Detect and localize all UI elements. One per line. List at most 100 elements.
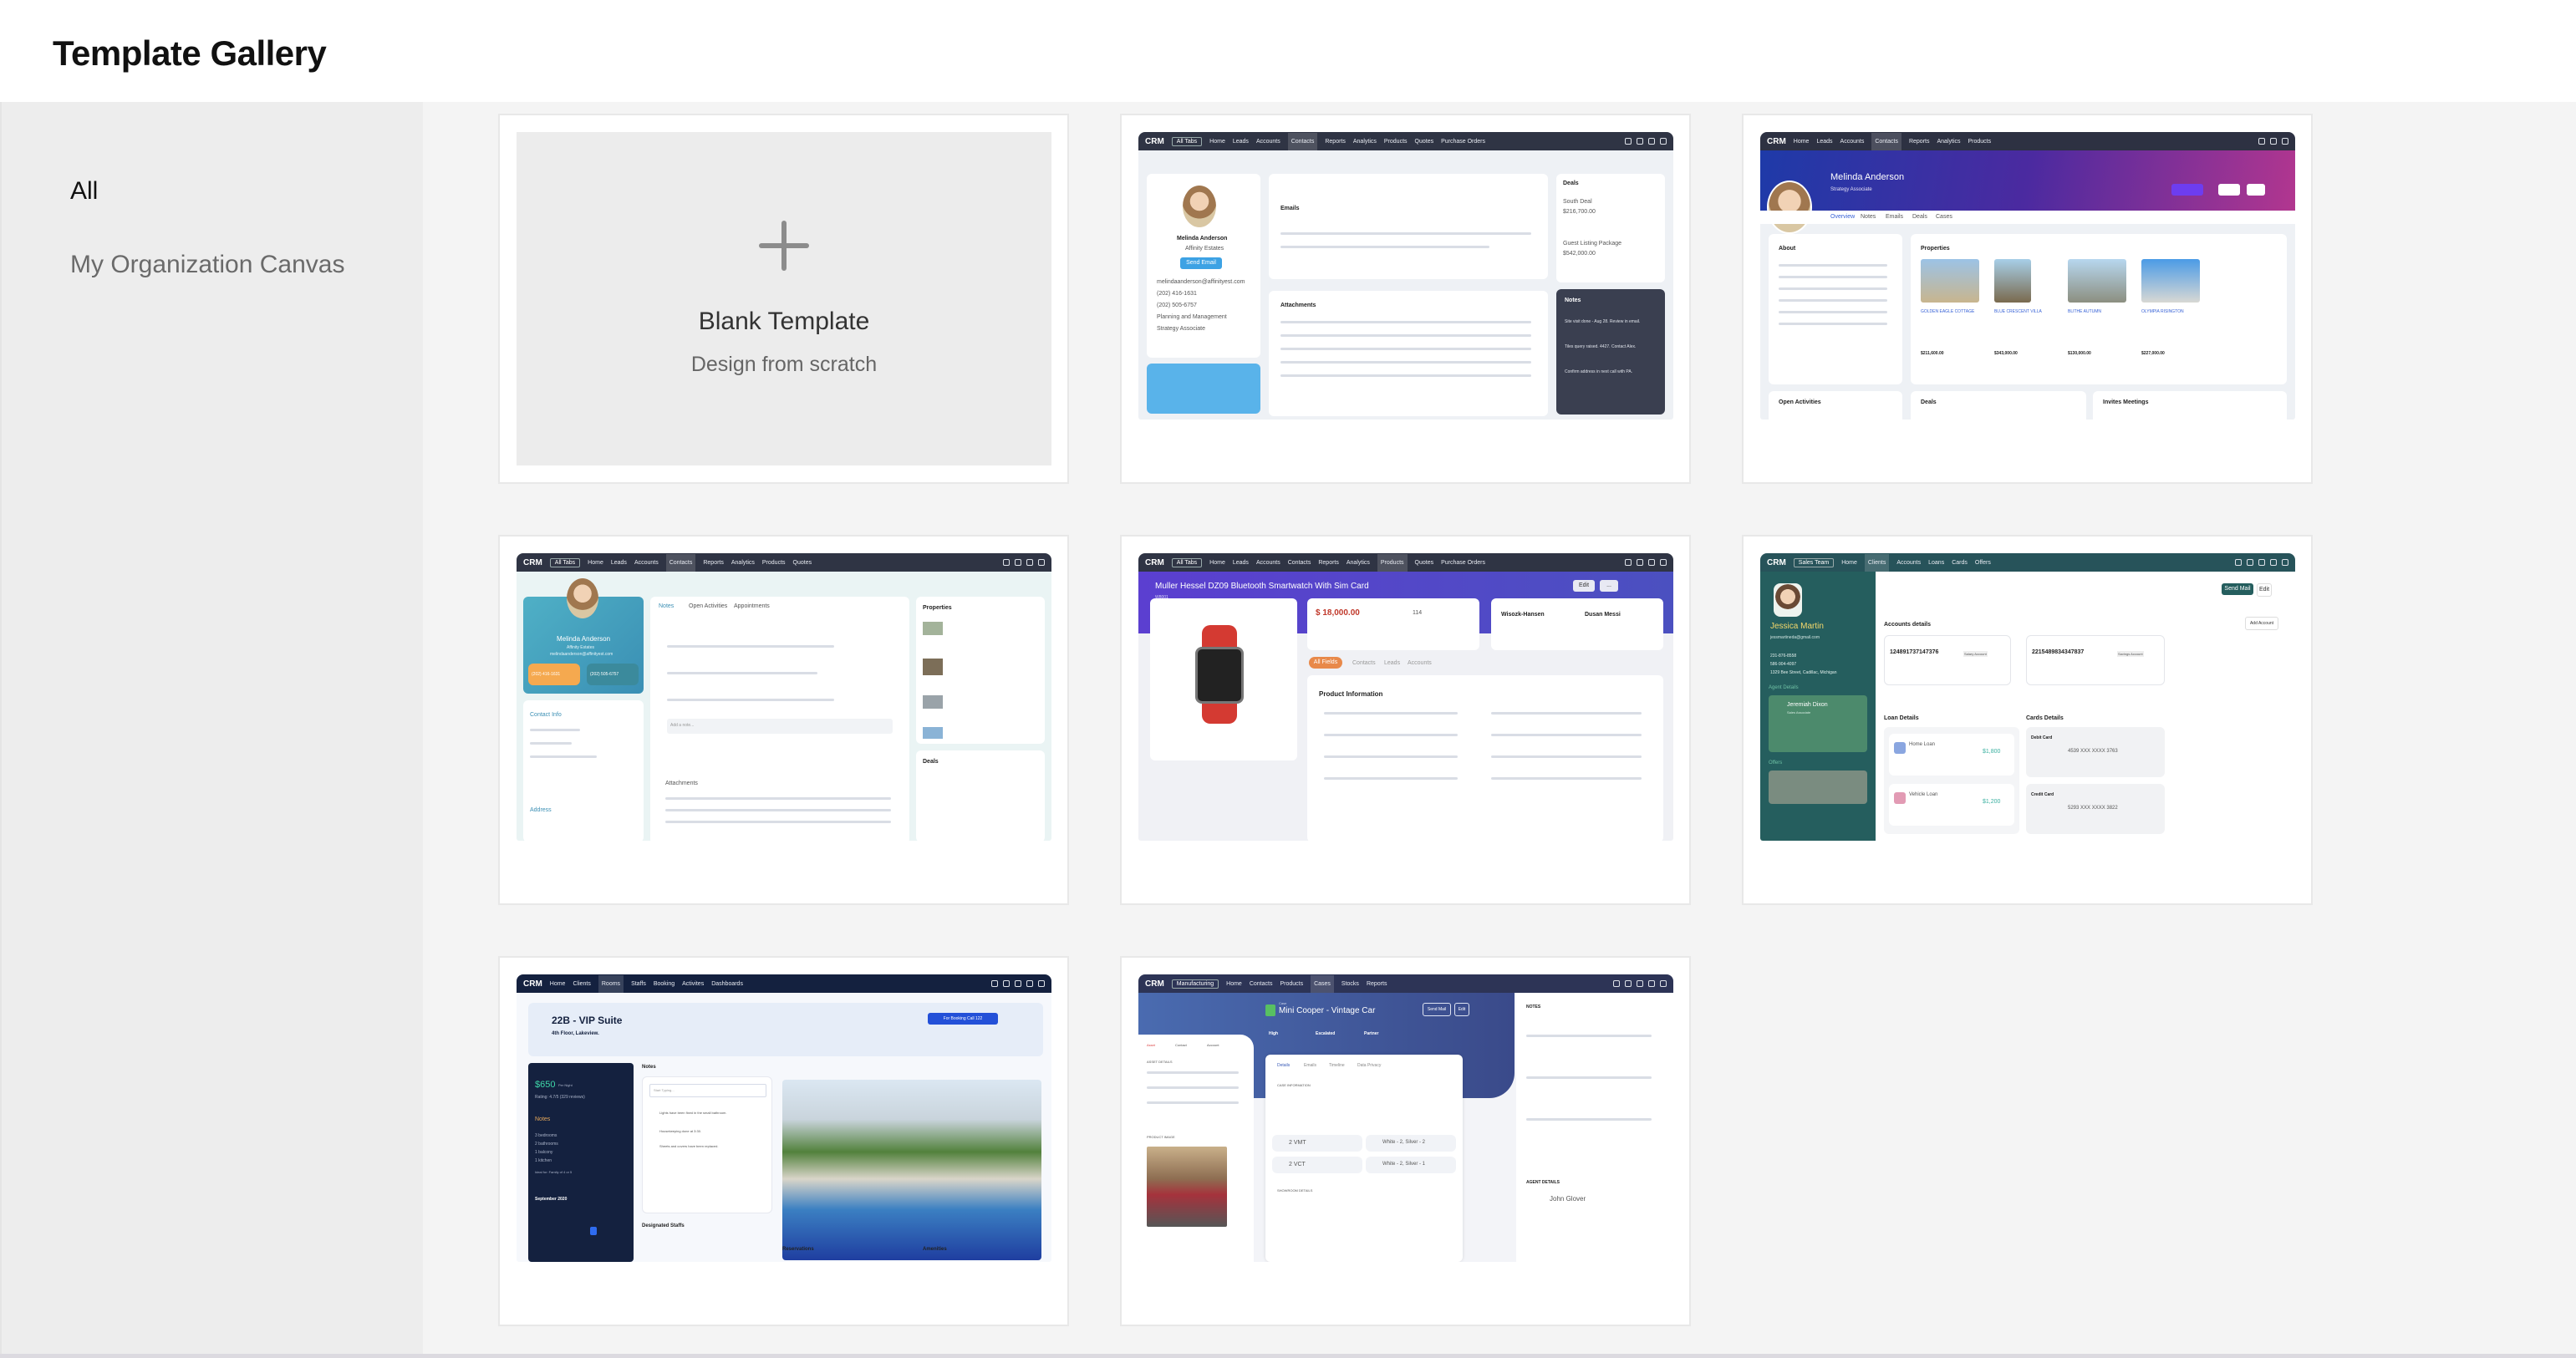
send-email-button: Send Email <box>1180 257 1222 269</box>
blank-template-tile[interactable]: Blank Template Design from scratch <box>517 132 1051 465</box>
nav-item: Reports <box>1908 138 1930 145</box>
template-card-contact-emails[interactable]: CRM All Tabs Home Leads Accounts Contact… <box>1120 114 1691 484</box>
crm-logo: CRM <box>523 557 542 567</box>
template-card-room-detail[interactable]: CRM Home Clients Rooms Staffs Booking Ac… <box>498 956 1069 1326</box>
vendor-panel: Wisozk-Hansen Dusan Messi <box>1491 598 1663 650</box>
room-detail: 1 balcony <box>535 1150 553 1155</box>
notes-panel: Notes Open Activities Appointments Add a… <box>650 597 909 841</box>
tab: Emails <box>1886 214 1904 220</box>
source: Partner <box>1364 1031 1379 1036</box>
edit-button: Edit <box>2257 583 2272 597</box>
booking-button: For Booking Call 122 <box>928 1013 998 1025</box>
thumbnail-nav: CRM Manufacturing Home Contacts Products… <box>1138 974 1673 993</box>
priority: High <box>1269 1031 1279 1036</box>
nav-item: Analytics <box>731 559 755 566</box>
template-card-client-banking[interactable]: CRM Sales Team Home Clients Accounts Loa… <box>1742 535 2313 905</box>
nav-item: Purchase Orders <box>1441 559 1486 566</box>
unit-price: $ 18,000.00 <box>1316 608 1360 618</box>
template-card-case-detail[interactable]: CRM Manufacturing Home Contacts Products… <box>1120 956 1691 1326</box>
email: melindaanderson@affinityest.com <box>550 652 613 657</box>
property-name: OLYMPIA RISINGTON <box>2141 309 2184 314</box>
section-title: Loan Details <box>1884 715 1919 721</box>
chip: Contact <box>1175 1043 1187 1047</box>
nav-item: Home <box>588 559 603 566</box>
nav-item: Quotes <box>1414 559 1434 566</box>
nav-item: Clients <box>1864 553 1890 572</box>
product-owner: Dusan Messi <box>1585 612 1621 618</box>
plus-icon <box>759 221 809 271</box>
account-card: 124891737147376 Salary Account <box>1884 635 2011 685</box>
card-type: Debit Card <box>2031 735 2053 740</box>
sidebar-item-my-organization-canvas[interactable]: My Organization Canvas <box>70 251 344 279</box>
thumbnail-nav: CRM All Tabs Home Leads Accounts Contact… <box>517 553 1051 572</box>
account-type: Savings Account <box>2117 651 2144 657</box>
company: Affinity Estates <box>567 645 594 650</box>
nav-item: Stocks <box>1341 980 1359 987</box>
template-card-contact-notes[interactable]: CRM All Tabs Home Leads Accounts Contact… <box>498 535 1069 905</box>
section-title: Product Information <box>1319 690 1383 698</box>
section-title: Invites Meetings <box>2103 399 2149 405</box>
tab: Details <box>1277 1063 1291 1068</box>
person-name: Jessica Martin <box>1770 622 1824 631</box>
section-title: Notes <box>1565 298 1581 303</box>
thumbnail-nav: CRM Sales Team Home Clients Accounts Loa… <box>1760 553 2295 572</box>
nav-item: Products <box>761 559 786 566</box>
thumbnail-nav: CRM Home Clients Rooms Staffs Booking Ac… <box>517 974 1051 993</box>
nav-item: Reports <box>1318 559 1339 566</box>
room-photo <box>782 1080 1041 1260</box>
tab-selector: Manufacturing <box>1171 979 1219 989</box>
template-card-contact-banner[interactable]: CRM Home Leads Accounts Contacts Reports… <box>1742 114 2313 484</box>
owner-panel <box>1147 364 1260 414</box>
section-title: Properties <box>1921 246 1950 252</box>
nav-item: Leads <box>1232 138 1249 145</box>
nav-item: Home <box>1209 138 1225 145</box>
notes-panel: Notes Site visit done - Aug 28. Review i… <box>1556 289 1665 415</box>
person-role: Strategy Associate <box>1830 187 1872 192</box>
add-account-button: Add Account <box>2245 617 2278 630</box>
nav-item: Accounts <box>1255 559 1280 566</box>
section-title: Contact Info <box>530 712 562 718</box>
section-title: Deals <box>1563 181 1579 186</box>
card-number: 5293 XXX XXXX 3822 <box>2068 806 2118 811</box>
field-value: (202) 505-6757 <box>1157 303 1197 308</box>
tab: Notes <box>1861 214 1876 220</box>
thumbnail-nav: CRM All Tabs Home Leads Accounts Contact… <box>1138 132 1673 150</box>
sidebar-item-all[interactable]: All <box>70 177 98 206</box>
nav-item: Contacts <box>1249 980 1273 987</box>
blank-template-card[interactable]: Blank Template Design from scratch <box>498 114 1069 484</box>
deals-panel: Deals <box>1911 391 2086 420</box>
asset-panel: Asset Contact Account ASSET DETAILS PROD… <box>1138 1035 1254 1262</box>
case-label: Case <box>1279 1001 1287 1005</box>
section-title: Emails <box>1280 206 1300 211</box>
crm-logo: CRM <box>1145 136 1164 146</box>
nav-item: Accounts <box>634 559 659 566</box>
more-button: ... <box>1600 580 1618 592</box>
price-unit: Per Night <box>558 1083 573 1087</box>
nav-item: Reports <box>703 559 724 566</box>
template-card-product-detail[interactable]: CRM All Tabs Home Leads Accounts Contact… <box>1120 535 1691 905</box>
property-price: $130,000.00 <box>2068 351 2091 356</box>
property-name: BLITHE AUTUMN <box>2068 309 2102 314</box>
nav-item: Home <box>1841 559 1857 566</box>
emails-panel: Emails <box>1269 174 1548 279</box>
thumbnail-nav: CRM All Tabs Home Leads Accounts Contact… <box>1138 553 1673 572</box>
product-info-panel: Product Information <box>1307 675 1663 841</box>
blank-template-title: Blank Template <box>698 308 870 335</box>
room-detail: 2 bathrooms <box>535 1142 558 1147</box>
crm-logo: CRM <box>1767 557 1786 567</box>
tab-strip: Overview Notes Emails Deals Cases <box>1760 211 2295 224</box>
meetings-panel: Invites Meetings <box>2093 391 2287 420</box>
company: Affinity Estates <box>1185 246 1224 252</box>
edit-button: Edit <box>1573 580 1595 592</box>
template-thumbnail: CRM All Tabs Home Leads Accounts Contact… <box>517 553 1051 841</box>
section-title: Designated Staffs <box>642 1223 685 1228</box>
field-value: Strategy Associate <box>1157 326 1205 332</box>
quantity-in-stock: 114 <box>1413 610 1423 616</box>
template-thumbnail: CRM Home Clients Rooms Staffs Booking Ac… <box>517 974 1051 1262</box>
variant-type: 2 VCT <box>1289 1162 1306 1167</box>
nav-item: Clients <box>573 980 591 987</box>
send-mail-button: Send Mail <box>1423 1003 1451 1016</box>
note: Tiles query raised. 4427. Contact Alex. <box>1565 344 1637 349</box>
room-detail: 3 bedrooms <box>535 1133 557 1138</box>
person-name: Melinda Anderson <box>1177 236 1228 242</box>
